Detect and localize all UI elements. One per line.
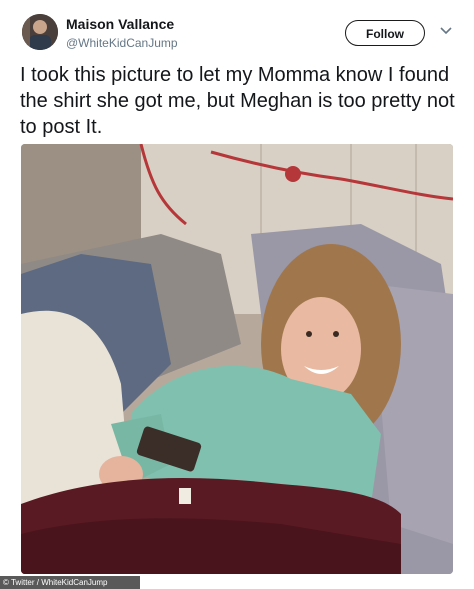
chevron-down-icon[interactable] [439, 24, 453, 38]
tweet-text: I took this picture to let my Momma know… [20, 64, 455, 138]
avatar[interactable] [22, 14, 58, 50]
follow-button[interactable]: Follow [345, 20, 425, 46]
author-name[interactable]: Maison Vallance [66, 16, 174, 32]
tweet-photo[interactable] [21, 144, 453, 574]
photo-credit: © Twitter / WhiteKidCanJump [0, 576, 140, 589]
tweet-header: Maison Vallance @WhiteKidCanJump Follow [0, 0, 474, 60]
author-handle[interactable]: @WhiteKidCanJump [66, 36, 178, 50]
